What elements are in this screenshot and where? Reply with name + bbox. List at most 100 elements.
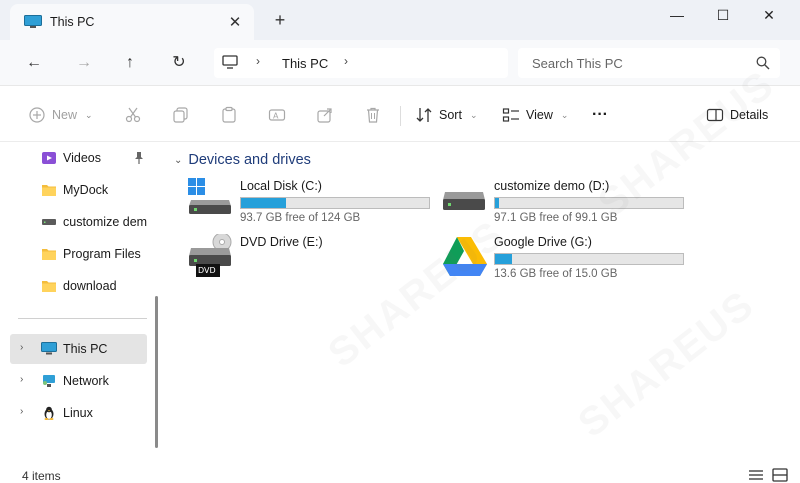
- tab-this-pc[interactable]: This PC ✕: [10, 4, 254, 40]
- close-tab-icon[interactable]: ✕: [226, 13, 244, 31]
- drive-free-space: 13.6 GB free of 15.0 GB: [494, 268, 618, 280]
- drive-google-drive-g[interactable]: Google Drive (G:) 13.6 GB free of 15.0 G…: [442, 234, 692, 284]
- chevron-right-icon[interactable]: ›: [20, 374, 23, 385]
- breadcrumb-this-pc[interactable]: This PC: [282, 56, 328, 71]
- chevron-down-icon: ⌄: [560, 109, 569, 120]
- drive-local-disk-c[interactable]: Local Disk (C:) 93.7 GB free of 124 GB: [188, 178, 438, 228]
- drive-usage-fill: [495, 198, 499, 208]
- status-bar: 4 items: [0, 460, 800, 483]
- drive-usage-fill: [495, 254, 512, 264]
- drive-usage-bar: [494, 197, 684, 209]
- breadcrumb-chevron-icon[interactable]: ›: [256, 54, 260, 68]
- sidebar-item-label: Network: [63, 374, 109, 388]
- sidebar-item-linux[interactable]: › Linux: [10, 398, 147, 428]
- breadcrumb-chevron-icon[interactable]: ›: [344, 54, 348, 68]
- sidebar-item-videos[interactable]: Videos: [10, 143, 147, 173]
- folder-icon: [42, 185, 56, 196]
- pc-icon: [24, 15, 42, 28]
- view-button[interactable]: View ⌄: [502, 104, 568, 126]
- dvd-badge: DVD: [198, 266, 216, 275]
- folder-icon: [42, 249, 56, 260]
- tiles-view-icon[interactable]: [772, 468, 788, 482]
- sidebar-item-label: customize demo: [63, 215, 147, 229]
- drive-usage-bar: [240, 197, 430, 209]
- drive-customize-demo-d[interactable]: customize demo (D:) 97.1 GB free of 99.1…: [442, 178, 692, 228]
- search-box[interactable]: [518, 48, 780, 78]
- address-bar[interactable]: › This PC ›: [214, 48, 508, 78]
- copy-icon[interactable]: [172, 106, 190, 124]
- navigation-pane: Videos MyDock customize demo Program Fil…: [10, 142, 156, 460]
- new-button[interactable]: New ⌄: [28, 104, 93, 126]
- drive-icon: [443, 192, 485, 210]
- chevron-down-icon[interactable]: ⌄: [174, 155, 182, 166]
- drive-name: Google Drive (G:): [494, 235, 592, 249]
- sidebar-divider: [18, 318, 147, 319]
- cut-icon[interactable]: [124, 106, 142, 124]
- sort-label: Sort: [439, 108, 462, 122]
- new-tab-button[interactable]: +: [270, 10, 290, 31]
- maximize-button[interactable]: ☐: [700, 4, 746, 34]
- sidebar-item-label: Program Files: [63, 247, 141, 261]
- divider: [400, 106, 401, 126]
- sidebar-scrollbar[interactable]: [155, 296, 158, 448]
- details-pane-icon: [706, 108, 724, 122]
- drive-name: Local Disk (C:): [240, 179, 322, 193]
- linux-penguin-icon: [44, 406, 54, 420]
- drive-dvd-e[interactable]: DVD DVD Drive (E:): [188, 234, 438, 284]
- sidebar-item-label: Videos: [63, 151, 101, 165]
- drive-usage-fill: [241, 198, 287, 208]
- chevron-down-icon: ⌄: [469, 109, 478, 120]
- details-label: Details: [730, 108, 769, 122]
- share-icon[interactable]: [316, 106, 334, 124]
- drive-free-space: 93.7 GB free of 124 GB: [240, 212, 361, 224]
- sidebar-item-program-files[interactable]: Program Files: [10, 239, 147, 269]
- view-label: View: [526, 108, 553, 122]
- more-options-button[interactable]: ···: [592, 104, 608, 126]
- back-button[interactable]: ←: [22, 52, 46, 74]
- refresh-button[interactable]: ↻: [167, 52, 191, 74]
- delete-icon[interactable]: [364, 106, 382, 124]
- sidebar-item-label: Linux: [63, 406, 93, 420]
- item-count: 4 items: [22, 469, 61, 483]
- folder-icon: [42, 281, 56, 292]
- rename-icon[interactable]: A: [268, 106, 286, 124]
- up-button[interactable]: ↑: [118, 52, 142, 74]
- tab-title: This PC: [50, 15, 95, 29]
- sidebar-item-download[interactable]: download: [10, 271, 147, 301]
- paste-icon[interactable]: [220, 106, 238, 124]
- drive-free-space: 97.1 GB free of 99.1 GB: [494, 212, 618, 224]
- sort-button[interactable]: Sort ⌄: [415, 104, 477, 126]
- chevron-right-icon[interactable]: ›: [20, 406, 23, 417]
- group-header-devices[interactable]: ⌄ Devices and drives: [174, 152, 311, 168]
- pc-icon: [41, 342, 57, 355]
- videos-folder-icon: [42, 152, 56, 164]
- svg-text:A: A: [273, 112, 279, 121]
- title-bar: This PC ✕ + — ☐ ✕: [0, 0, 800, 40]
- drive-usage-bar: [494, 253, 684, 265]
- monitor-icon: [222, 55, 238, 69]
- plus-circle-icon: [29, 107, 45, 123]
- sidebar-item-mydock[interactable]: MyDock: [10, 175, 147, 205]
- search-input[interactable]: [518, 48, 748, 78]
- google-drive-icon: [443, 237, 487, 276]
- details-button[interactable]: Details: [706, 104, 768, 126]
- new-label: New: [52, 108, 78, 122]
- chevron-right-icon[interactable]: ›: [20, 342, 23, 353]
- close-window-button[interactable]: ✕: [746, 4, 792, 34]
- sidebar-item-label: This PC: [63, 342, 108, 356]
- navigation-bar: ← → ↑ ↻ › This PC ›: [0, 40, 800, 86]
- sidebar-item-customize-demo[interactable]: customize demo: [10, 207, 147, 237]
- minimize-button[interactable]: —: [654, 4, 700, 34]
- sidebar-item-network[interactable]: › Network: [10, 366, 147, 396]
- forward-button[interactable]: →: [72, 52, 96, 74]
- content-area: ⌄ Devices and drives Local Disk (C:) 93.…: [162, 62, 800, 460]
- details-view-icon[interactable]: [748, 468, 764, 482]
- network-icon: [43, 375, 55, 387]
- windows-drive-icon: [188, 178, 231, 214]
- search-icon[interactable]: [756, 56, 770, 70]
- drive-icon: [42, 219, 56, 225]
- drive-name: DVD Drive (E:): [240, 235, 323, 249]
- sidebar-item-this-pc[interactable]: › This PC: [10, 334, 147, 364]
- sort-icon: [416, 108, 432, 122]
- view-icon: [502, 108, 519, 122]
